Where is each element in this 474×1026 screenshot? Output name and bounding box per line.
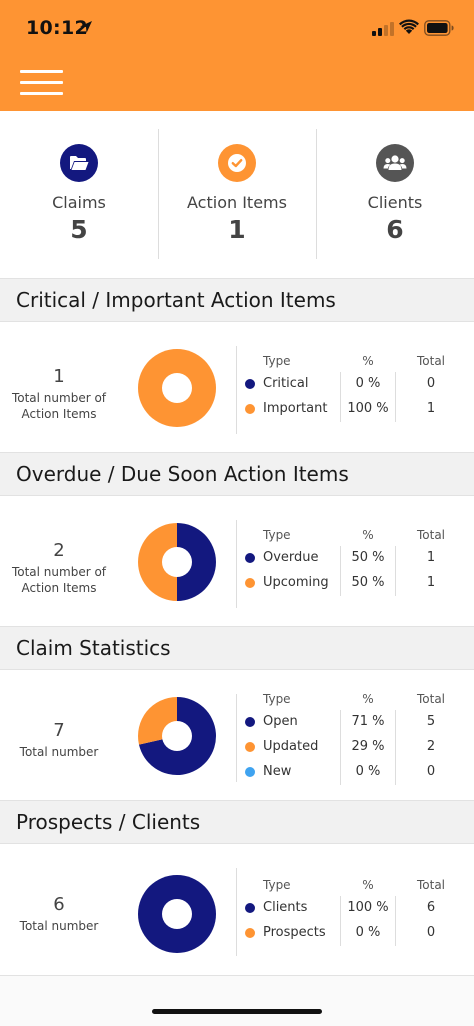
battery-icon (424, 20, 454, 36)
total-label: Total number of Action Items (11, 391, 107, 421)
donut-chart-critical-important (138, 349, 216, 427)
menu-hamburger-icon[interactable] (20, 68, 64, 98)
legend-header: Type % Total (263, 354, 446, 368)
total-label: Total number (19, 745, 99, 759)
legend-dot (245, 404, 255, 414)
section-header-prospects-clients: Prospects / Clients (0, 800, 474, 844)
divider (236, 868, 237, 956)
donut-chart-prospects-clients (138, 875, 216, 953)
legend-dot (245, 928, 255, 938)
donut-hole (162, 721, 192, 751)
total-block: 2 Total number of Action Items (0, 540, 118, 596)
wifi-icon (399, 19, 419, 34)
total-block: 6 Total number (0, 894, 118, 934)
total-label: Total number of Action Items (11, 565, 107, 595)
donut-hole (162, 547, 192, 577)
summary-label-clients: Clients (367, 193, 423, 212)
legend-dot (245, 903, 255, 913)
check-circle-icon (218, 144, 256, 182)
total-number: 6 (53, 894, 65, 915)
divider (236, 520, 237, 608)
donut-chart-overdue-due-soon (138, 523, 216, 601)
summary-tile-claims[interactable]: Claims 5 (0, 111, 158, 278)
cellular-signal-icon (372, 22, 394, 36)
total-label: Total number (19, 919, 99, 933)
section-critical-important: 1 Total number of Action Items Type % To… (0, 322, 474, 452)
legend-dot (245, 767, 255, 777)
legend-header: Type % Total (263, 878, 446, 892)
donut-hole (162, 899, 192, 929)
bottom-area (0, 975, 474, 1026)
section-header-critical-important: Critical / Important Action Items (0, 278, 474, 322)
total-number: 1 (53, 366, 65, 387)
legend-row-new: New 0 % 0 (244, 760, 462, 789)
section-claim-statistics: 7 Total number Type % Total Open 71 % 5 … (0, 670, 474, 800)
legend-header: Type % Total (263, 528, 446, 542)
section-overdue-due-soon: 2 Total number of Action Items Type % To… (0, 496, 474, 626)
legend-dot (245, 578, 255, 588)
status-bar: 10:12 (0, 0, 474, 56)
legend-dot (245, 742, 255, 752)
home-indicator[interactable] (152, 1009, 322, 1014)
legend-row-overdue: Overdue 50 % 1 (244, 546, 462, 575)
section-header-claim-statistics: Claim Statistics (0, 626, 474, 670)
legend-row-important: Important 100 % 1 (244, 397, 462, 426)
legend-row-critical: Critical 0 % 0 (244, 372, 462, 401)
donut-hole (162, 373, 192, 403)
legend-table: Type % Total Overdue 50 % 1 Upcoming 50 … (244, 528, 462, 600)
legend-header: Type % Total (263, 692, 446, 706)
summary-label-claims: Claims (52, 193, 106, 212)
summary-tile-clients[interactable]: Clients 6 (316, 111, 474, 278)
total-number: 7 (53, 720, 65, 741)
total-block: 7 Total number (0, 720, 118, 760)
divider (236, 346, 237, 434)
summary-label-action-items: Action Items (187, 193, 287, 212)
app-header: 10:12 (0, 0, 474, 111)
summary-tiles: Claims 5 Action Items 1 Clients 6 (0, 111, 474, 278)
legend-table: Type % Total Open 71 % 5 Updated 29 % 2 … (244, 692, 462, 789)
total-number: 2 (53, 540, 65, 561)
total-block: 1 Total number of Action Items (0, 366, 118, 422)
legend-row-upcoming: Upcoming 50 % 1 (244, 571, 462, 600)
summary-tile-action-items[interactable]: Action Items 1 (158, 111, 316, 278)
section-prospects-clients: 6 Total number Type % Total Clients 100 … (0, 844, 474, 974)
legend-dot (245, 553, 255, 563)
legend-dot (245, 717, 255, 727)
summary-value-claims: 5 (70, 215, 88, 244)
section-title: Critical / Important Action Items (16, 288, 336, 312)
users-icon (376, 144, 414, 182)
folder-open-icon (60, 144, 98, 182)
legend-row-clients: Clients 100 % 6 (244, 896, 462, 925)
legend-table: Type % Total Clients 100 % 6 Prospects 0… (244, 878, 462, 950)
section-header-overdue-due-soon: Overdue / Due Soon Action Items (0, 452, 474, 496)
legend-row-open: Open 71 % 5 (244, 710, 462, 739)
divider (236, 694, 237, 782)
legend-row-updated: Updated 29 % 2 (244, 735, 462, 764)
legend-table: Type % Total Critical 0 % 0 Important 10… (244, 354, 462, 426)
legend-dot (245, 379, 255, 389)
summary-value-clients: 6 (386, 215, 404, 244)
legend-row-prospects: Prospects 0 % 0 (244, 921, 462, 950)
section-title: Claim Statistics (16, 636, 171, 660)
summary-value-action-items: 1 (228, 215, 246, 244)
location-arrow-icon (80, 21, 92, 33)
donut-chart-claim-statistics (138, 697, 216, 775)
section-title: Prospects / Clients (16, 810, 201, 834)
section-title: Overdue / Due Soon Action Items (16, 462, 349, 486)
